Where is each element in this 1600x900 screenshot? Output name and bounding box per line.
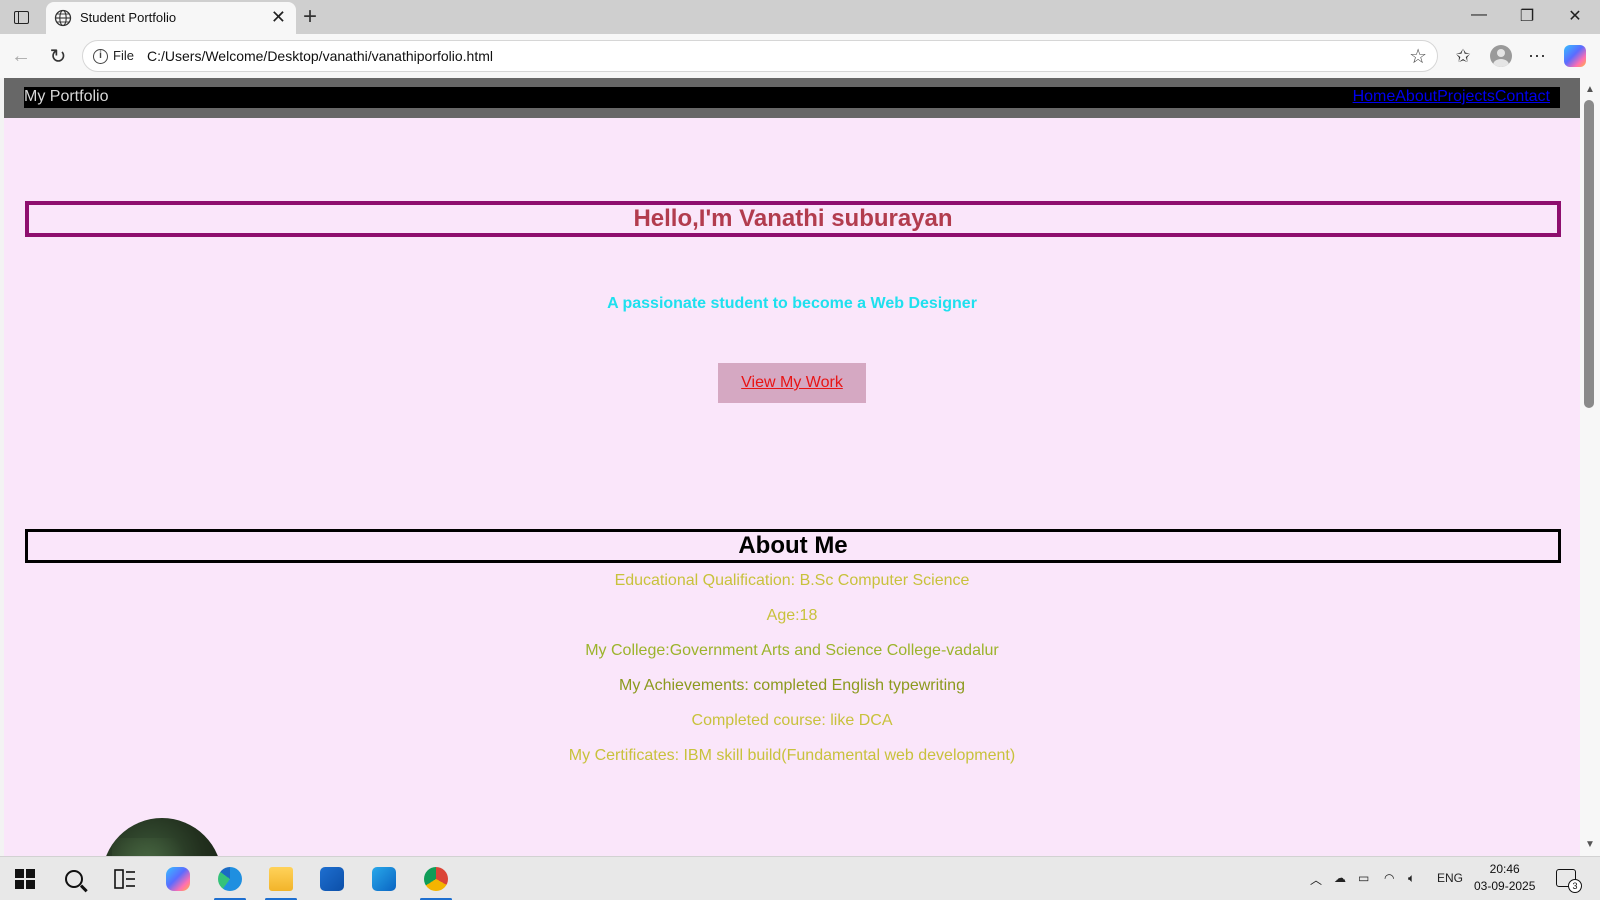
browser-tab-bar: Student Portfolio ✕ + — ❐ ✕ bbox=[0, 0, 1600, 34]
copilot-icon[interactable] bbox=[1562, 43, 1588, 69]
search-icon[interactable] bbox=[54, 863, 94, 895]
nav-link-projects[interactable]: Projects bbox=[1437, 88, 1495, 106]
tab-actions-icon[interactable] bbox=[8, 5, 34, 29]
clock-time: 20:46 bbox=[1489, 862, 1520, 876]
page-scrollbar[interactable]: ▲ ▼ bbox=[1580, 78, 1600, 856]
file-explorer-icon[interactable] bbox=[261, 863, 301, 900]
start-icon[interactable] bbox=[5, 863, 45, 895]
minimize-icon[interactable]: — bbox=[1456, 6, 1502, 24]
profile-icon[interactable] bbox=[1488, 43, 1514, 69]
site-header: My Portfolio Home About Projects Contact bbox=[4, 78, 1580, 118]
refresh-icon[interactable]: ↻ bbox=[45, 43, 71, 69]
hero-title: Hello,I'm Vanathi suburayan bbox=[25, 201, 1561, 237]
navbar: My Portfolio Home About Projects Contact bbox=[24, 87, 1560, 108]
battery-icon[interactable]: ▭ bbox=[1358, 871, 1369, 885]
copilot-app-icon[interactable] bbox=[158, 863, 198, 895]
info-icon[interactable]: i bbox=[93, 49, 108, 64]
nav-link-contact[interactable]: Contact bbox=[1495, 88, 1550, 106]
hero-tagline: A passionate student to become a Web Des… bbox=[607, 295, 977, 312]
nav-link-home[interactable]: Home bbox=[1353, 88, 1396, 106]
address-bar[interactable]: i File C:/Users/Welcome/Desktop/vanathi/… bbox=[82, 40, 1438, 72]
notification-count-badge: 3 bbox=[1568, 879, 1582, 893]
tab-title: Student Portfolio bbox=[80, 10, 177, 25]
restore-icon[interactable]: ❐ bbox=[1504, 6, 1550, 26]
nav-links: Home About Projects Contact bbox=[1353, 88, 1550, 106]
task-view-icon[interactable] bbox=[105, 863, 145, 895]
show-hidden-icons-icon[interactable]: ︿ bbox=[1310, 871, 1322, 888]
about-achievements: My Achievements: completed English typew… bbox=[619, 677, 965, 694]
close-tab-icon[interactable]: ✕ bbox=[271, 7, 286, 28]
about-college: My College:Government Arts and Science C… bbox=[585, 642, 999, 659]
wifi-icon[interactable]: ◠ bbox=[1384, 871, 1394, 885]
onedrive-icon[interactable]: ☁ bbox=[1334, 871, 1346, 885]
clock-date: 03-09-2025 bbox=[1474, 879, 1536, 893]
about-certificates: My Certificates: IBM skill build(Fundame… bbox=[568, 747, 1016, 764]
new-tab-icon[interactable]: + bbox=[303, 3, 317, 31]
chrome-icon[interactable] bbox=[416, 863, 456, 900]
scrollbar-thumb[interactable] bbox=[1584, 100, 1594, 408]
edge-browser-icon[interactable] bbox=[210, 863, 250, 900]
scroll-down-icon[interactable]: ▼ bbox=[1585, 839, 1595, 850]
scroll-up-icon[interactable]: ▲ bbox=[1585, 84, 1595, 95]
globe-icon bbox=[54, 9, 72, 27]
view-my-work-button[interactable]: View My Work bbox=[718, 363, 866, 403]
url-text[interactable]: C:/Users/Welcome/Desktop/vanathi/vanathi… bbox=[147, 48, 493, 64]
about-age: Age:18 bbox=[766, 607, 818, 624]
nav-link-about[interactable]: About bbox=[1395, 88, 1437, 106]
language-indicator[interactable]: ENG bbox=[1437, 871, 1463, 885]
browser-toolbar: ← ↻ i File C:/Users/Welcome/Desktop/vana… bbox=[0, 34, 1600, 78]
outlook-icon[interactable] bbox=[364, 863, 404, 895]
system-clock[interactable]: 20:46 03-09-2025 bbox=[1474, 861, 1535, 895]
more-options-icon[interactable]: ⋯ bbox=[1524, 43, 1550, 69]
volume-icon[interactable]: 🔈︎ bbox=[1408, 871, 1415, 886]
profile-photo bbox=[102, 818, 222, 856]
microsoft-store-icon[interactable] bbox=[312, 863, 352, 895]
taskbar: ︿ ☁ ▭ ◠ 🔈︎ ENG 20:46 03-09-2025 3 bbox=[0, 856, 1600, 900]
back-icon[interactable]: ← bbox=[8, 43, 34, 69]
about-qualification: Educational Qualification: B.Sc Computer… bbox=[614, 572, 970, 589]
site-brand: My Portfolio bbox=[24, 88, 109, 105]
favorites-icon[interactable]: ✩ bbox=[1450, 43, 1476, 69]
close-window-icon[interactable]: ✕ bbox=[1552, 6, 1598, 26]
file-label: File bbox=[113, 48, 134, 63]
about-course: Completed course: like DCA bbox=[691, 712, 893, 729]
about-heading: About Me bbox=[25, 529, 1561, 563]
browser-tab[interactable]: Student Portfolio ✕ bbox=[46, 2, 296, 34]
page-viewport: My Portfolio Home About Projects Contact… bbox=[4, 78, 1580, 856]
favorite-star-icon[interactable]: ☆ bbox=[1409, 44, 1427, 69]
